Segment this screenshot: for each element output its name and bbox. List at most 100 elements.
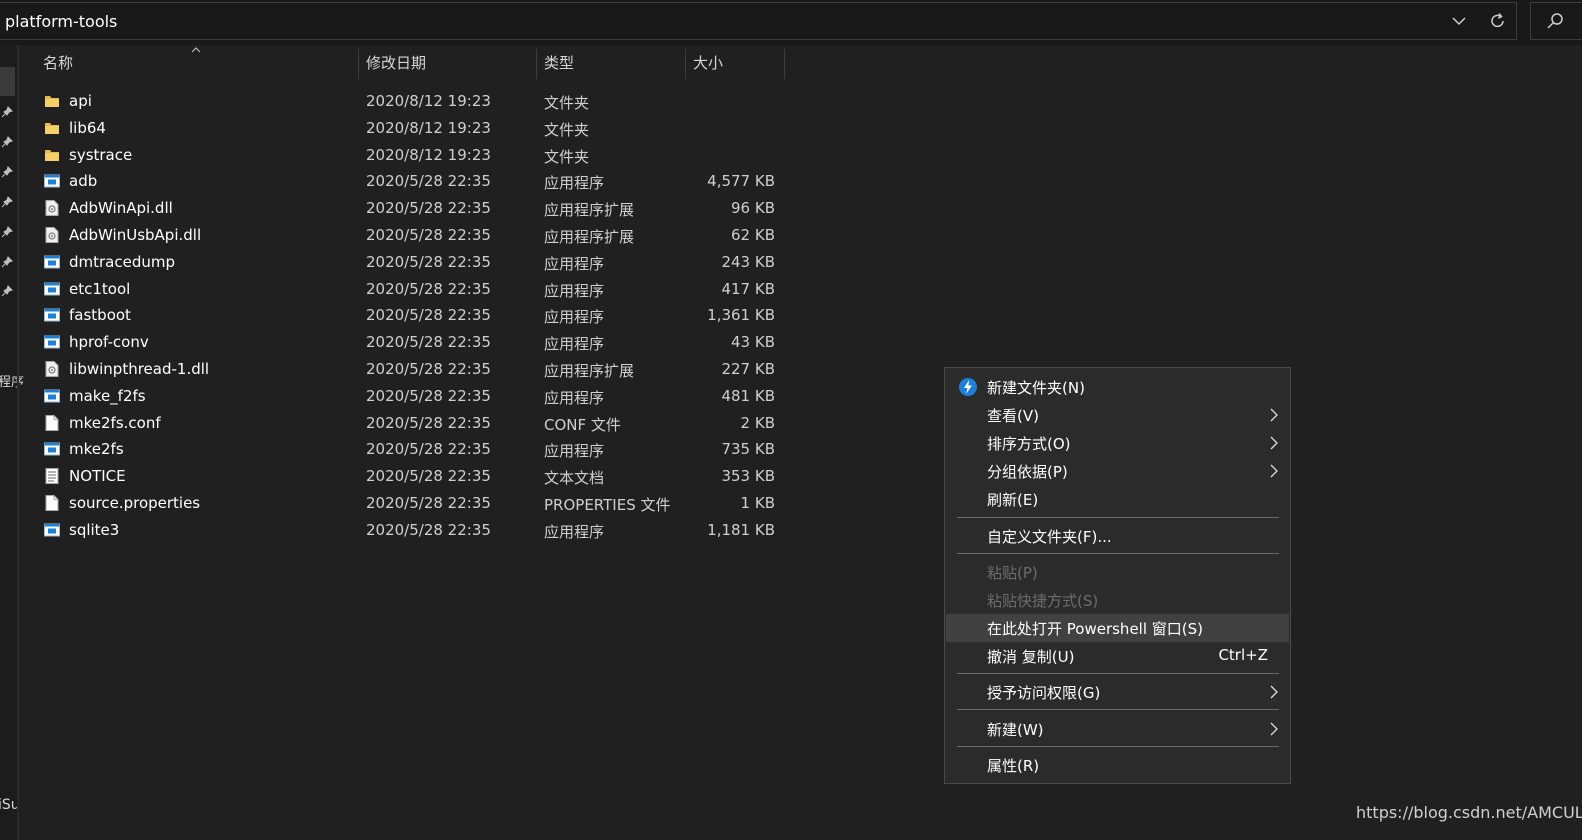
file-name[interactable]: etc1tool xyxy=(69,280,130,298)
file-type: CONF 文件 xyxy=(544,415,621,434)
file-name[interactable]: lib64 xyxy=(69,119,106,137)
file-row[interactable]: AdbWinApi.dll 2020/5/28 22:35 应用程序扩展 96 KB xyxy=(19,195,809,222)
application-icon xyxy=(44,442,60,456)
menu-item-label: 在此处打开 Powershell 窗口(S) xyxy=(987,620,1203,638)
menu-item-new[interactable]: 新建(W) xyxy=(946,715,1289,743)
column-header-size[interactable]: 大小 xyxy=(693,45,723,79)
menu-item-new-folder[interactable]: 新建文件夹(N) xyxy=(946,373,1289,401)
pin-icon xyxy=(1,166,13,178)
menu-item-label: 撤消 复制(U) xyxy=(987,648,1075,666)
file-row[interactable]: etc1tool 2020/5/28 22:35 应用程序 417 KB xyxy=(19,276,809,303)
file-row[interactable]: api 2020/8/12 19:23 文件夹 xyxy=(19,88,809,115)
search-box[interactable] xyxy=(1530,2,1582,40)
column-divider[interactable] xyxy=(784,49,785,79)
menu-item-paste[interactable]: 粘贴(P) xyxy=(946,558,1289,586)
file-name[interactable]: systrace xyxy=(69,146,132,164)
column-header-type[interactable]: 类型 xyxy=(544,45,574,79)
address-bar[interactable]: platform-tools xyxy=(0,2,1517,40)
file-size: 1 KB xyxy=(740,494,775,512)
menu-item-refresh[interactable]: 刷新(E) xyxy=(946,485,1289,513)
file-row[interactable]: dmtracedump 2020/5/28 22:35 应用程序 243 KB xyxy=(19,249,809,276)
file-size: 481 KB xyxy=(721,386,775,405)
menu-item-customize-folder[interactable]: 自定义文件夹(F)... xyxy=(946,522,1289,550)
column-header-date[interactable]: 修改日期 xyxy=(366,45,426,79)
file-row[interactable]: systrace 2020/8/12 19:23 文件夹 xyxy=(19,142,809,169)
file-row[interactable]: make_f2fs 2020/5/28 22:35 应用程序 481 KB xyxy=(19,383,809,410)
menu-item-label: 刷新(E) xyxy=(987,491,1039,509)
address-path[interactable]: platform-tools xyxy=(5,12,117,31)
file-row[interactable]: mke2fs.conf 2020/5/28 22:35 CONF 文件 2 KB xyxy=(19,410,809,437)
dll-icon xyxy=(45,200,59,217)
refresh-icon[interactable] xyxy=(1488,11,1508,31)
pin-icon xyxy=(1,256,13,268)
file-row[interactable]: source.properties 2020/5/28 22:35 PROPERTI… xyxy=(19,490,809,517)
file-row[interactable]: adb 2020/5/28 22:35 应用程序 4,577 KB xyxy=(19,168,809,195)
application-icon xyxy=(44,389,60,403)
file-row[interactable]: NOTICE 2020/5/28 22:35 文本文档 353 KB xyxy=(19,463,809,490)
file-name[interactable]: hprof-conv xyxy=(69,333,149,351)
file-name[interactable]: libwinpthread-1.dll xyxy=(69,360,209,378)
menu-item-view[interactable]: 查看(V) xyxy=(946,401,1289,429)
pin-icon xyxy=(1,136,13,148)
file-name[interactable]: AdbWinUsbApi.dll xyxy=(69,226,201,244)
file-name[interactable]: sqlite3 xyxy=(69,521,119,539)
menu-separator xyxy=(957,709,1279,710)
file-name[interactable]: api xyxy=(69,92,92,110)
menu-separator xyxy=(957,553,1279,554)
application-icon xyxy=(44,523,60,537)
menu-item-label: 查看(V) xyxy=(987,407,1039,425)
file-name[interactable]: source.properties xyxy=(69,494,200,512)
file-type: 文件夹 xyxy=(544,120,590,139)
chevron-down-icon[interactable] xyxy=(1449,11,1469,31)
file-date: 2020/5/28 22:35 xyxy=(366,172,491,191)
file-name[interactable]: NOTICE xyxy=(69,467,126,485)
file-date: 2020/5/28 22:35 xyxy=(366,333,491,352)
file-name[interactable]: mke2fs.conf xyxy=(69,414,161,432)
menu-item-give-access[interactable]: 授予访问权限(G) xyxy=(946,678,1289,706)
search-icon[interactable] xyxy=(1545,11,1565,31)
file-name[interactable]: fastboot xyxy=(69,306,131,324)
file-size: 96 KB xyxy=(731,199,775,218)
menu-item-open-powershell[interactable]: 在此处打开 Powershell 窗口(S) xyxy=(946,614,1289,642)
context-menu: 新建文件夹(N) 查看(V) 排序方式(O) 分组依据(P) 刷新(E) 自定义… xyxy=(944,367,1291,784)
column-divider[interactable] xyxy=(536,49,537,79)
file-size: 735 KB xyxy=(721,440,775,459)
menu-item-sort-by[interactable]: 排序方式(O) xyxy=(946,429,1289,457)
file-size: 2 KB xyxy=(740,413,775,432)
column-header-name[interactable]: 名称 xyxy=(43,45,73,79)
text-document-icon xyxy=(45,468,59,485)
file-name[interactable]: adb xyxy=(69,172,97,190)
file-row[interactable]: mke2fs 2020/5/28 22:35 应用程序 735 KB xyxy=(19,436,809,463)
file-row[interactable]: AdbWinUsbApi.dll 2020/5/28 22:35 应用程序扩展 62 … xyxy=(19,222,809,249)
menu-item-group-by[interactable]: 分组依据(P) xyxy=(946,457,1289,485)
file-name[interactable]: make_f2fs xyxy=(69,387,146,405)
file-type: 应用程序 xyxy=(544,174,605,193)
folder-icon xyxy=(45,149,59,161)
chevron-right-icon xyxy=(1270,464,1278,478)
file-date: 2020/5/28 22:35 xyxy=(366,360,491,378)
file-row[interactable]: lib64 2020/8/12 19:23 文件夹 xyxy=(19,115,809,142)
menu-item-undo-copy[interactable]: 撤消 复制(U) Ctrl+Z xyxy=(946,642,1289,670)
menu-item-label: 授予访问权限(G) xyxy=(987,684,1101,702)
file-date: 2020/5/28 22:35 xyxy=(366,413,491,432)
file-size: 43 KB xyxy=(731,333,775,352)
application-icon xyxy=(44,174,60,188)
file-date: 2020/8/12 19:23 xyxy=(366,145,491,164)
column-divider[interactable] xyxy=(358,49,359,79)
file-row[interactable]: hprof-conv 2020/5/28 22:35 应用程序 43 KB xyxy=(19,329,809,356)
column-divider[interactable] xyxy=(685,49,686,79)
file-date: 2020/5/28 22:35 xyxy=(366,467,491,486)
nav-item-selected[interactable] xyxy=(0,67,15,96)
file-name[interactable]: dmtracedump xyxy=(69,253,175,271)
file-date: 2020/8/12 19:23 xyxy=(366,92,491,110)
file-name[interactable]: mke2fs xyxy=(69,440,124,458)
pin-icon xyxy=(1,285,13,297)
file-row[interactable]: sqlite3 2020/5/28 22:35 应用程序 1,181 KB xyxy=(19,517,809,544)
file-row[interactable]: libwinpthread-1.dll 2020/5/28 22:35 应用程序扩展… xyxy=(19,356,809,383)
menu-item-shortcut: Ctrl+Z xyxy=(1218,646,1268,664)
menu-item-paste-shortcut[interactable]: 粘贴快捷方式(S) xyxy=(946,586,1289,614)
file-name[interactable]: AdbWinApi.dll xyxy=(69,199,173,217)
file-type: 应用程序 xyxy=(544,254,605,273)
menu-item-properties[interactable]: 属性(R) xyxy=(946,751,1289,779)
file-row[interactable]: fastboot 2020/5/28 22:35 应用程序 1,361 KB xyxy=(19,302,809,329)
